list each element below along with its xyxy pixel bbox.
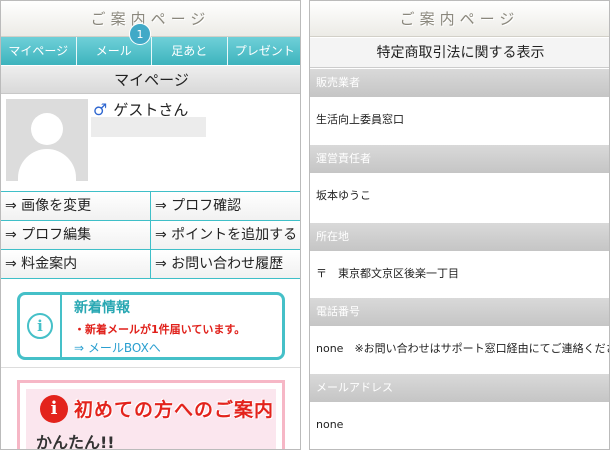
- news-title: 新着情報: [74, 300, 130, 316]
- field-value-phone: none ※お問い合わせはサポート窓口経由にてご連絡ください: [316, 342, 610, 355]
- field-value-seller: 生活向上委員窓口: [316, 113, 404, 126]
- avatar-head-shape: [31, 113, 63, 145]
- view-profile-link[interactable]: ⇒ プロフ確認: [151, 192, 300, 221]
- main-nav: マイページ メール 足あと プレゼント: [1, 37, 300, 65]
- profile-placeholder-bar: [91, 117, 206, 137]
- news-message: ・新着メールが1件届いています。: [74, 323, 246, 336]
- section-title: マイページ: [1, 66, 300, 94]
- avatar-body-shape: [18, 149, 76, 181]
- info-icon: i: [27, 313, 53, 339]
- field-value-email: none: [316, 418, 344, 431]
- news-section: i 新着情報 ・新着メールが1件届いています。 ⇒ メールBOXへ: [1, 280, 300, 366]
- mypage-panel: ご案内ページ マイページ メール 足あと プレゼント 1 マイページ ♂ ゲスト…: [0, 0, 301, 450]
- profile-area: ♂ ゲストさん: [1, 95, 300, 190]
- banner-title: 初めての方へのご案内: [74, 399, 275, 421]
- field-value-manager: 坂本ゆうこ: [316, 189, 371, 202]
- pricing-link[interactable]: ⇒ 料金案内: [1, 250, 151, 279]
- add-points-link[interactable]: ⇒ ポイントを追加する: [151, 221, 300, 250]
- banner-subtitle: かんたん!!: [36, 433, 115, 450]
- tab-mypage[interactable]: マイページ: [1, 37, 77, 65]
- tab-present[interactable]: プレゼント: [227, 37, 300, 65]
- field-label-manager: 運営責任者: [310, 145, 609, 173]
- field-label-email: メールアドレス: [310, 374, 609, 402]
- mail-count-badge: 1: [129, 23, 151, 45]
- beginner-guide-banner[interactable]: i 初めての方へのご案内 かんたん!!: [17, 380, 285, 450]
- change-image-link[interactable]: ⇒ 画像を変更: [1, 192, 151, 221]
- field-label-phone: 電話番号: [310, 298, 609, 326]
- info-icon: i: [40, 395, 68, 423]
- news-box: i 新着情報 ・新着メールが1件届いています。 ⇒ メールBOXへ: [17, 292, 285, 360]
- banner-background: i 初めての方へのご案内 かんたん!!: [26, 389, 276, 450]
- mailbox-link[interactable]: ⇒ メールBOXへ: [74, 339, 161, 356]
- tab-footprints[interactable]: 足あと: [152, 37, 228, 65]
- edit-profile-link[interactable]: ⇒ プロフ編集: [1, 221, 151, 250]
- profile-menu: ⇒ 画像を変更 ⇒ プロフ確認 ⇒ プロフ編集 ⇒ ポイントを追加する ⇒ 料金…: [1, 191, 300, 279]
- field-label-seller: 販売業者: [310, 69, 609, 97]
- header-title: ご案内ページ: [399, 10, 520, 28]
- avatar[interactable]: [6, 99, 88, 181]
- news-icon-column: i: [20, 295, 62, 357]
- field-label-address: 所在地: [310, 223, 609, 251]
- legal-notice-panel: ご案内ページ 特定商取引法に関する表示 販売業者 生活向上委員窓口 運営責任者 …: [309, 0, 610, 450]
- guide-banner-section: i 初めての方へのご案内 かんたん!!: [1, 367, 300, 450]
- field-value-address: 〒 東京都文京区後楽一丁目: [316, 267, 459, 280]
- page-title: 特定商取引法に関する表示: [310, 38, 609, 68]
- header-bar: ご案内ページ: [310, 1, 609, 37]
- inquiry-history-link[interactable]: ⇒ お問い合わせ履歴: [151, 250, 300, 279]
